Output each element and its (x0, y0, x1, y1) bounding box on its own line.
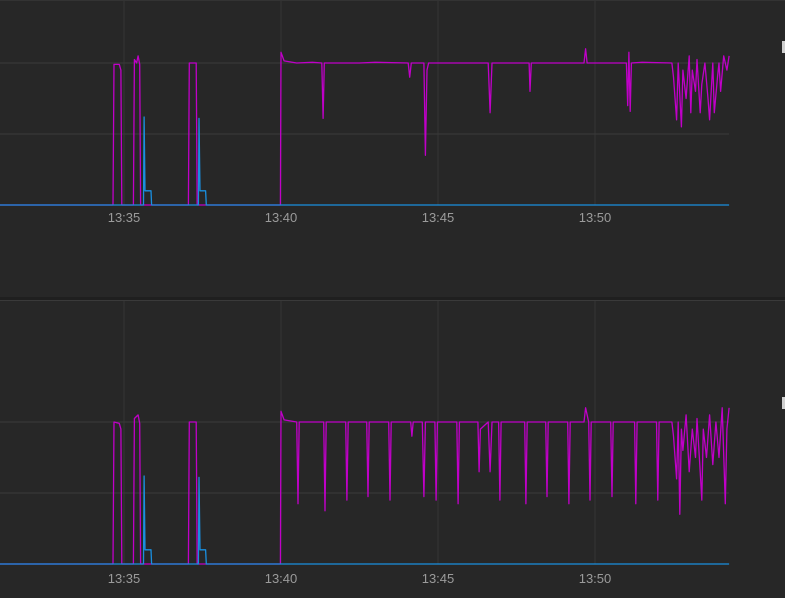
line-chart-bottom: 13:35 13:40 13:45 13:50 (0, 301, 730, 586)
x-tick-label: 13:50 (579, 210, 612, 225)
x-tick-label: 13:50 (579, 571, 612, 586)
line-chart-top: 13:35 13:40 13:45 13:50 (0, 1, 730, 225)
series-line-magenta (0, 407, 730, 565)
series-line-blue (0, 116, 730, 206)
x-tick-label: 13:45 (422, 210, 455, 225)
x-tick-label: 13:40 (265, 210, 298, 225)
series-line-blue (0, 475, 730, 565)
chart-panel-top: 13:35 13:40 13:45 13:50 (0, 0, 785, 298)
x-tick-label: 13:40 (265, 571, 298, 586)
x-tick-label: 13:35 (108, 571, 141, 586)
chart-panel-bottom: 13:35 13:40 13:45 13:50 (0, 300, 785, 598)
x-tick-label: 13:35 (108, 210, 141, 225)
series-line-magenta (0, 48, 730, 206)
x-tick-label: 13:45 (422, 571, 455, 586)
